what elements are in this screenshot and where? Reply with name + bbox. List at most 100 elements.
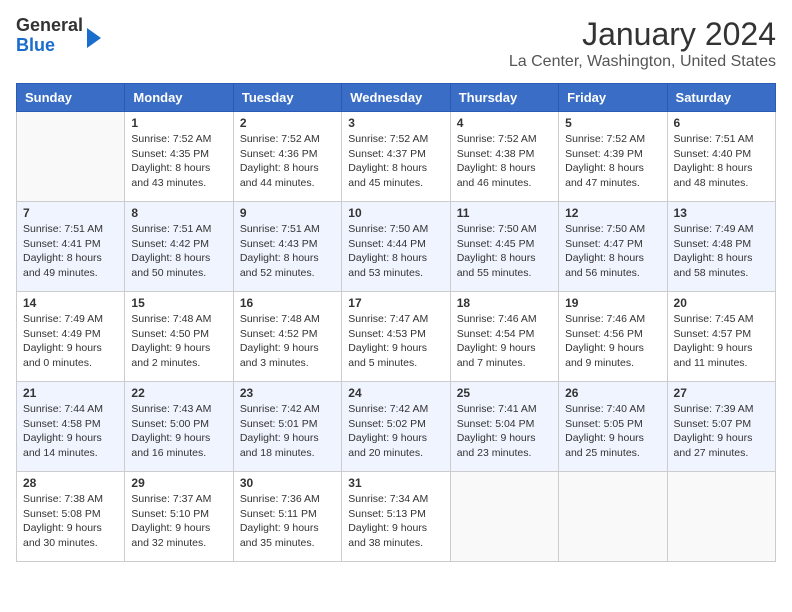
calendar-cell: 17 Sunrise: 7:47 AMSunset: 4:53 PMDayligh…: [342, 292, 450, 382]
day-number: 30: [240, 476, 335, 490]
day-info: Sunrise: 7:49 AMSunset: 4:49 PMDaylight:…: [23, 312, 118, 371]
weekday-header: Tuesday: [233, 84, 341, 112]
day-number: 12: [565, 206, 660, 220]
day-number: 8: [131, 206, 226, 220]
day-number: 20: [674, 296, 769, 310]
day-number: 14: [23, 296, 118, 310]
calendar-cell: [559, 472, 667, 562]
day-info: Sunrise: 7:42 AMSunset: 5:02 PMDaylight:…: [348, 402, 443, 461]
calendar-cell: 31 Sunrise: 7:34 AMSunset: 5:13 PMDayligh…: [342, 472, 450, 562]
day-number: 16: [240, 296, 335, 310]
calendar-cell: 19Sunrise: 7:46 AMSunset: 4:56 PMDayligh…: [559, 292, 667, 382]
day-number: 28: [23, 476, 118, 490]
day-info: Sunrise: 7:43 AMSunset: 5:00 PMDaylight:…: [131, 402, 226, 461]
calendar-cell: 14 Sunrise: 7:49 AMSunset: 4:49 PMDayligh…: [17, 292, 125, 382]
day-info: Sunrise: 7:50 AMSunset: 4:45 PMDaylight:…: [457, 222, 552, 281]
day-number: 6: [674, 116, 769, 130]
weekday-header: Saturday: [667, 84, 775, 112]
day-info: Sunrise: 7:47 AMSunset: 4:53 PMDaylight:…: [348, 312, 443, 371]
calendar-cell: 26 Sunrise: 7:40 AMSunset: 5:05 PMDayligh…: [559, 382, 667, 472]
day-number: 2: [240, 116, 335, 130]
day-number: 5: [565, 116, 660, 130]
day-info: Sunrise: 7:51 AMSunset: 4:40 PMDaylight:…: [674, 132, 769, 191]
day-info: Sunrise: 7:48 AMSunset: 4:50 PMDaylight:…: [131, 312, 226, 371]
day-number: 23: [240, 386, 335, 400]
day-number: 13: [674, 206, 769, 220]
logo-blue: Blue: [16, 36, 83, 56]
day-number: 21: [23, 386, 118, 400]
calendar-cell: 9 Sunrise: 7:51 AMSunset: 4:43 PMDaylight…: [233, 202, 341, 292]
calendar-week-row: 21 Sunrise: 7:44 AMSunset: 4:58 PMDayligh…: [17, 382, 776, 472]
calendar-cell: 11 Sunrise: 7:50 AMSunset: 4:45 PMDayligh…: [450, 202, 558, 292]
title-block: January 2024 La Center, Washington, Unit…: [509, 16, 776, 71]
day-info: Sunrise: 7:46 AMSunset: 4:56 PMDaylight:…: [565, 312, 660, 371]
day-info: Sunrise: 7:52 AMSunset: 4:35 PMDaylight:…: [131, 132, 226, 191]
calendar-cell: 7 Sunrise: 7:51 AMSunset: 4:41 PMDaylight…: [17, 202, 125, 292]
calendar-body: 1 Sunrise: 7:52 AMSunset: 4:35 PMDaylight…: [17, 112, 776, 562]
calendar-cell: 13 Sunrise: 7:49 AMSunset: 4:48 PMDayligh…: [667, 202, 775, 292]
calendar-cell: 22Sunrise: 7:43 AMSunset: 5:00 PMDayligh…: [125, 382, 233, 472]
calendar-cell: 23Sunrise: 7:42 AMSunset: 5:01 PMDayligh…: [233, 382, 341, 472]
page-header: General Blue January 2024 La Center, Was…: [16, 16, 776, 71]
day-number: 26: [565, 386, 660, 400]
logo-general: General: [16, 16, 83, 36]
day-info: Sunrise: 7:34 AMSunset: 5:13 PMDaylight:…: [348, 492, 443, 551]
calendar-subtitle: La Center, Washington, United States: [509, 53, 776, 71]
calendar-week-row: 14 Sunrise: 7:49 AMSunset: 4:49 PMDayligh…: [17, 292, 776, 382]
day-number: 4: [457, 116, 552, 130]
day-info: Sunrise: 7:49 AMSunset: 4:48 PMDaylight:…: [674, 222, 769, 281]
weekday-header: Wednesday: [342, 84, 450, 112]
day-info: Sunrise: 7:50 AMSunset: 4:44 PMDaylight:…: [348, 222, 443, 281]
calendar-cell: [17, 112, 125, 202]
weekday-header: Monday: [125, 84, 233, 112]
calendar-cell: [450, 472, 558, 562]
calendar-title: January 2024: [509, 16, 776, 53]
day-info: Sunrise: 7:39 AMSunset: 5:07 PMDaylight:…: [674, 402, 769, 461]
day-number: 17: [348, 296, 443, 310]
day-number: 9: [240, 206, 335, 220]
calendar-cell: 10 Sunrise: 7:50 AMSunset: 4:44 PMDayligh…: [342, 202, 450, 292]
calendar-cell: 5 Sunrise: 7:52 AMSunset: 4:39 PMDaylight…: [559, 112, 667, 202]
day-info: Sunrise: 7:40 AMSunset: 5:05 PMDaylight:…: [565, 402, 660, 461]
calendar-cell: [667, 472, 775, 562]
weekday-header: Thursday: [450, 84, 558, 112]
day-info: Sunrise: 7:51 AMSunset: 4:42 PMDaylight:…: [131, 222, 226, 281]
calendar-header: SundayMondayTuesdayWednesdayThursdayFrid…: [17, 84, 776, 112]
day-info: Sunrise: 7:45 AMSunset: 4:57 PMDaylight:…: [674, 312, 769, 371]
day-number: 18: [457, 296, 552, 310]
day-number: 24: [348, 386, 443, 400]
calendar-week-row: 1 Sunrise: 7:52 AMSunset: 4:35 PMDaylight…: [17, 112, 776, 202]
calendar-cell: 16Sunrise: 7:48 AMSunset: 4:52 PMDayligh…: [233, 292, 341, 382]
day-number: 7: [23, 206, 118, 220]
calendar-cell: 29Sunrise: 7:37 AMSunset: 5:10 PMDayligh…: [125, 472, 233, 562]
calendar-cell: 3Sunrise: 7:52 AMSunset: 4:37 PMDaylight…: [342, 112, 450, 202]
day-info: Sunrise: 7:52 AMSunset: 4:36 PMDaylight:…: [240, 132, 335, 191]
day-info: Sunrise: 7:51 AMSunset: 4:43 PMDaylight:…: [240, 222, 335, 281]
calendar-cell: 1 Sunrise: 7:52 AMSunset: 4:35 PMDaylight…: [125, 112, 233, 202]
day-number: 25: [457, 386, 552, 400]
logo-arrow-icon: [87, 28, 101, 48]
calendar-cell: 2 Sunrise: 7:52 AMSunset: 4:36 PMDaylight…: [233, 112, 341, 202]
day-info: Sunrise: 7:38 AMSunset: 5:08 PMDaylight:…: [23, 492, 118, 551]
day-number: 1: [131, 116, 226, 130]
day-info: Sunrise: 7:51 AMSunset: 4:41 PMDaylight:…: [23, 222, 118, 281]
day-number: 27: [674, 386, 769, 400]
day-info: Sunrise: 7:52 AMSunset: 4:39 PMDaylight:…: [565, 132, 660, 191]
calendar-table: SundayMondayTuesdayWednesdayThursdayFrid…: [16, 83, 776, 562]
day-info: Sunrise: 7:46 AMSunset: 4:54 PMDaylight:…: [457, 312, 552, 371]
day-info: Sunrise: 7:36 AMSunset: 5:11 PMDaylight:…: [240, 492, 335, 551]
weekday-header: Sunday: [17, 84, 125, 112]
calendar-cell: 24 Sunrise: 7:42 AMSunset: 5:02 PMDayligh…: [342, 382, 450, 472]
day-number: 3: [348, 116, 443, 130]
day-info: Sunrise: 7:52 AMSunset: 4:38 PMDaylight:…: [457, 132, 552, 191]
day-number: 10: [348, 206, 443, 220]
weekday-header-row: SundayMondayTuesdayWednesdayThursdayFrid…: [17, 84, 776, 112]
calendar-cell: 15 Sunrise: 7:48 AMSunset: 4:50 PMDayligh…: [125, 292, 233, 382]
calendar-cell: 12Sunrise: 7:50 AMSunset: 4:47 PMDayligh…: [559, 202, 667, 292]
calendar-cell: 4 Sunrise: 7:52 AMSunset: 4:38 PMDaylight…: [450, 112, 558, 202]
calendar-cell: 21 Sunrise: 7:44 AMSunset: 4:58 PMDayligh…: [17, 382, 125, 472]
day-info: Sunrise: 7:44 AMSunset: 4:58 PMDaylight:…: [23, 402, 118, 461]
day-number: 11: [457, 206, 552, 220]
day-number: 31: [348, 476, 443, 490]
day-number: 15: [131, 296, 226, 310]
